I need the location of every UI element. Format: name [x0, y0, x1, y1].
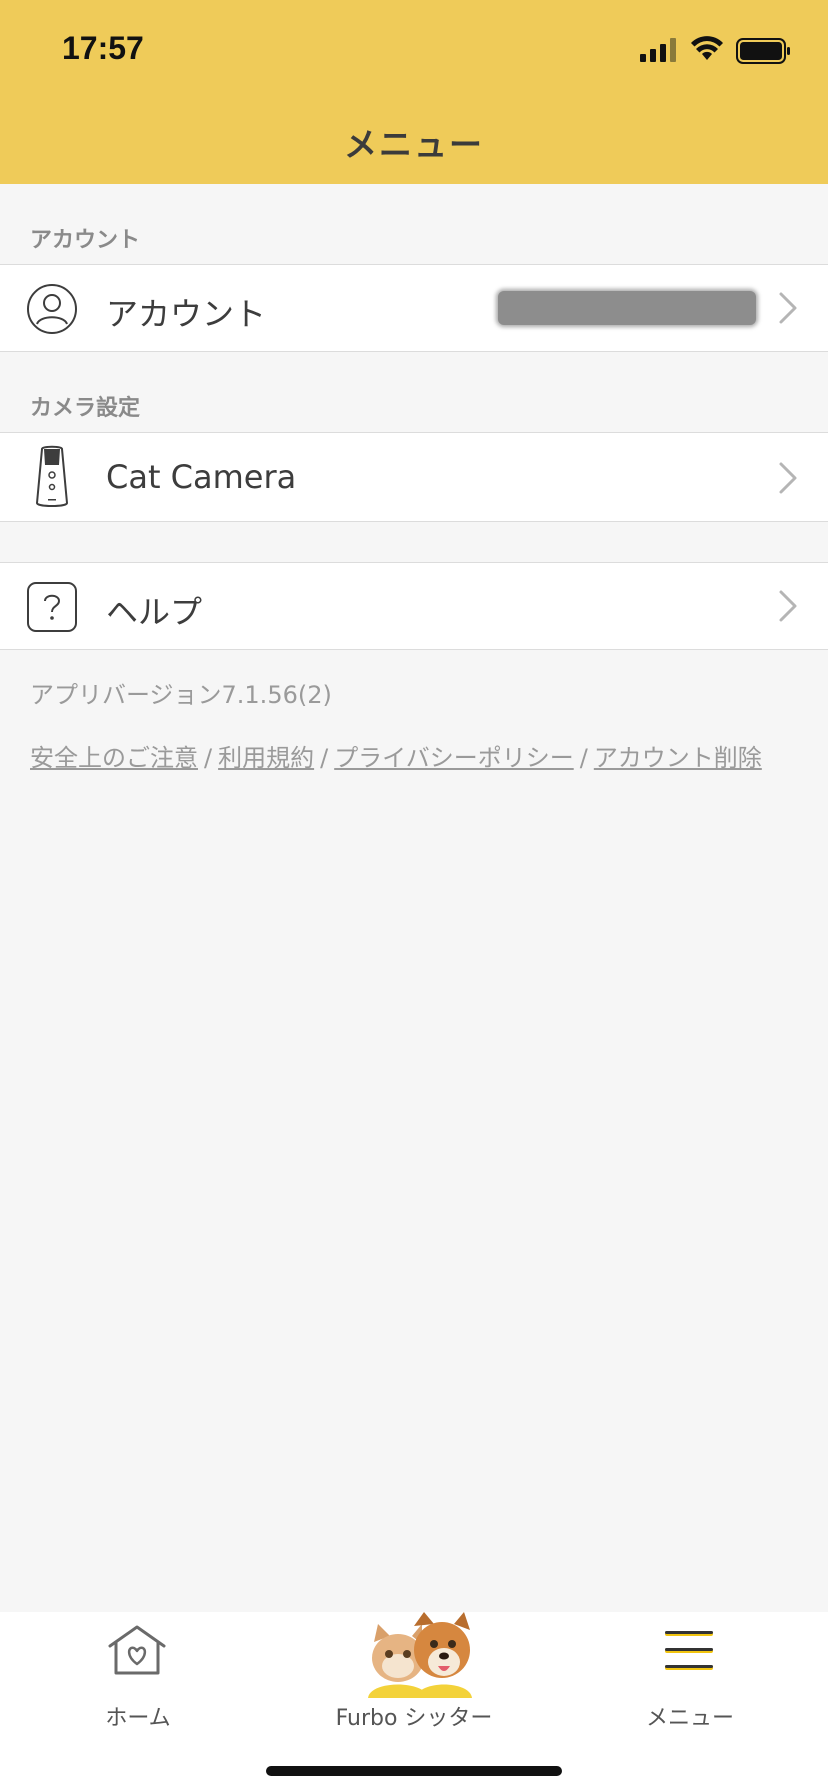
chevron-right-icon [779, 462, 797, 494]
link-safety-notes[interactable]: 安全上のご注意 [30, 744, 198, 772]
app-version: アプリバージョン7.1.56(2) [30, 681, 332, 709]
redacted-account-email [498, 291, 756, 325]
link-terms-of-use[interactable]: 利用規約 [218, 744, 314, 772]
hamburger-menu-icon [665, 1631, 713, 1670]
account-row[interactable]: アカウント [0, 264, 828, 352]
battery-icon [736, 38, 790, 64]
legal-links: 安全上のご注意 / 利用規約 / プライバシーポリシー / アカウント削除 [30, 738, 762, 773]
tab-furbo-sitter[interactable]: Furbo シッター [276, 1612, 552, 1742]
link-delete-account[interactable]: アカウント削除 [594, 744, 762, 772]
link-separator: / [204, 744, 213, 772]
user-icon [27, 284, 77, 334]
pets-avatar [368, 1612, 472, 1698]
section-header-account: アカウント [30, 228, 141, 253]
page-title: メニュー [344, 125, 484, 164]
signal-icon [640, 38, 676, 62]
tab-bar: ホーム Furbo シッター メニュー [0, 1612, 828, 1792]
tab-menu-label: メニュー [645, 1706, 734, 1731]
wifi-icon [691, 36, 723, 60]
help-row[interactable]: ヘルプ [0, 562, 828, 650]
home-indicator[interactable] [266, 1766, 562, 1776]
tab-furbo-sitter-label: Furbo シッター [335, 1706, 493, 1731]
tab-home-label: ホーム [105, 1706, 171, 1731]
app-header: 17:57 メニュー [0, 0, 828, 184]
camera-row-label: Cat Camera [106, 458, 297, 496]
camera-row[interactable]: Cat Camera [0, 432, 828, 522]
status-icons [640, 32, 796, 68]
help-row-label: ヘルプ [106, 593, 203, 631]
tab-home[interactable]: ホーム [0, 1612, 276, 1742]
account-row-label: アカウント [106, 295, 267, 333]
link-separator: / [579, 744, 588, 772]
chevron-right-icon [779, 292, 797, 324]
tab-menu[interactable]: メニュー [552, 1612, 828, 1742]
section-header-camera: カメラ設定 [30, 396, 141, 421]
link-separator: / [320, 744, 329, 772]
status-time: 17:57 [62, 30, 144, 66]
link-privacy-policy[interactable]: プライバシーポリシー [334, 744, 574, 772]
home-heart-icon [108, 1625, 166, 1675]
furbo-camera-icon [35, 445, 69, 507]
help-question-icon [27, 582, 77, 632]
chevron-right-icon [779, 590, 797, 622]
